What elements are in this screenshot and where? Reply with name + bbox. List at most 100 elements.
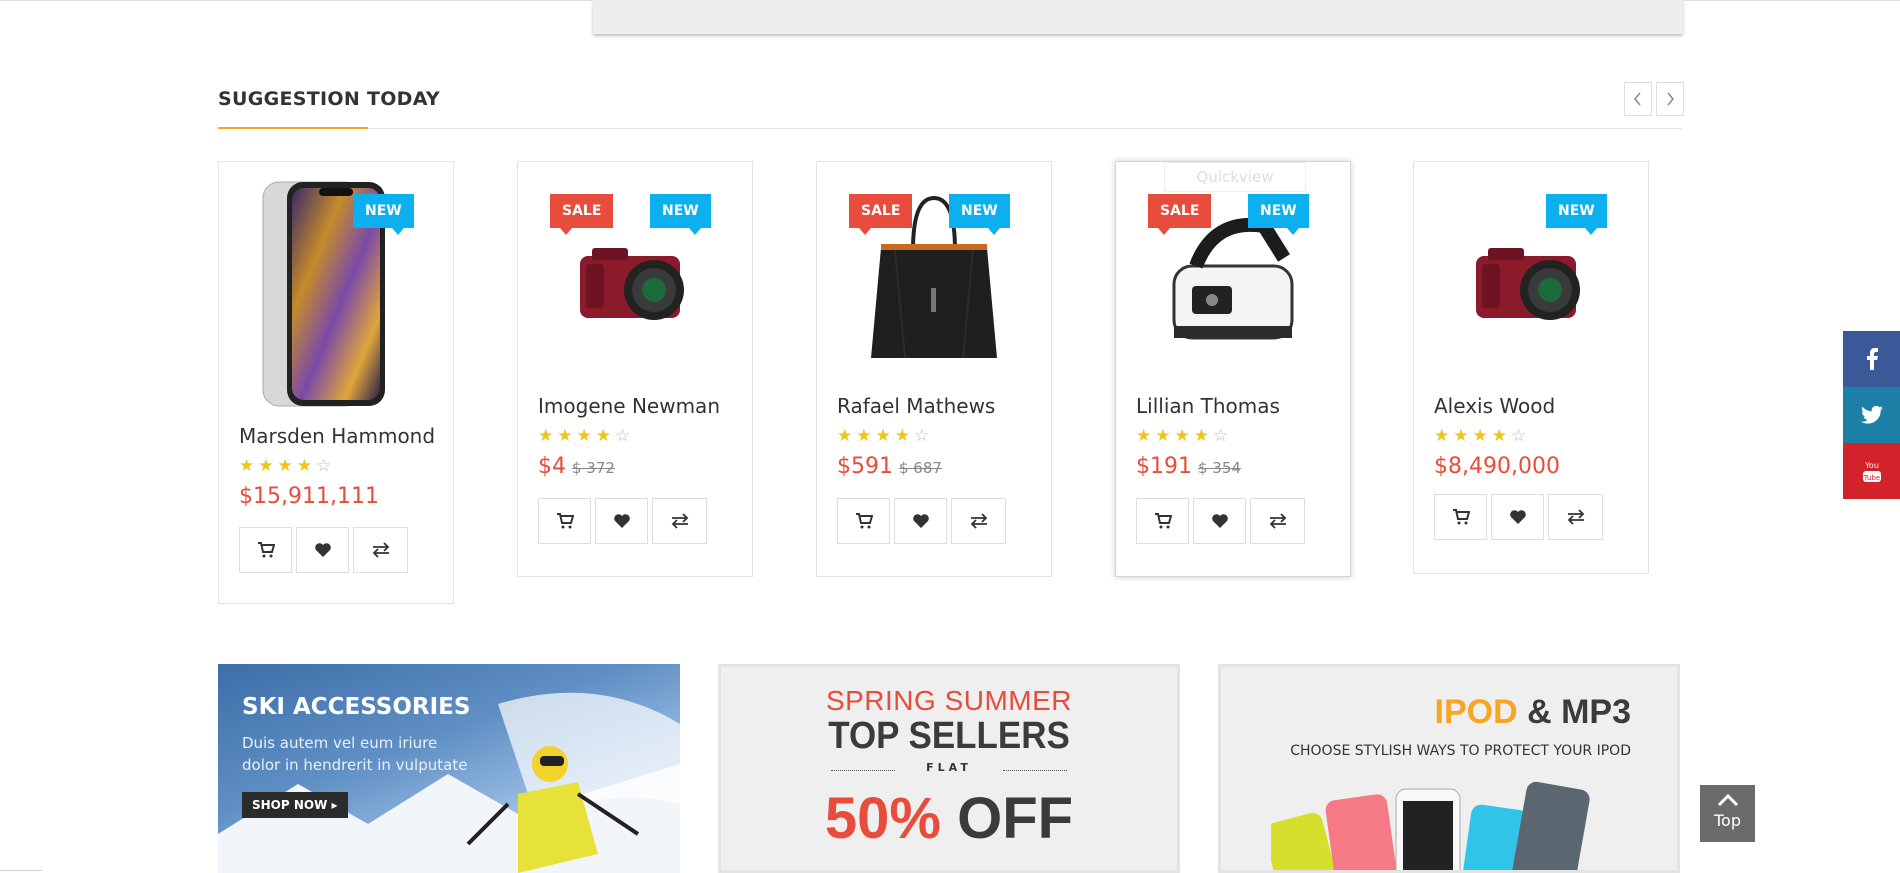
- product-name[interactable]: Alexis Wood: [1434, 394, 1555, 418]
- heart-icon: [314, 543, 331, 557]
- ski-banner-text-line1: Duis autem vel eum iriure: [242, 734, 438, 752]
- star-empty-icon: ☆: [316, 456, 336, 476]
- previous-section-panel: [593, 0, 1683, 34]
- star-filled-icon: ★: [856, 426, 876, 446]
- sale-badge: SALE: [849, 194, 913, 235]
- compare-icon: [1269, 513, 1286, 529]
- old-price: $ 687: [899, 459, 942, 477]
- ipod-banner-title: IPOD & MP3: [1435, 693, 1632, 732]
- wishlist-button[interactable]: [296, 527, 349, 573]
- product-name[interactable]: Imogene Newman: [538, 394, 720, 418]
- star-filled-icon: ★: [1193, 426, 1213, 446]
- chevron-left-icon: [1634, 92, 1641, 106]
- product-card[interactable]: SALE NEW Imogene Newman ★★★★☆ $4 $ 372: [517, 161, 753, 577]
- compare-button[interactable]: [353, 527, 408, 573]
- price: $15,911,111: [239, 484, 379, 509]
- back-to-top-button[interactable]: Top: [1700, 785, 1755, 842]
- product-actions: [538, 498, 707, 544]
- twitter-share-button[interactable]: [1843, 387, 1900, 443]
- ski-banner-title: SKI ACCESSORIES: [242, 694, 471, 720]
- wishlist-button[interactable]: [1491, 494, 1544, 540]
- carousel-next-button[interactable]: [1656, 82, 1684, 116]
- product-name[interactable]: Rafael Mathews: [837, 394, 995, 418]
- star-empty-icon: ☆: [615, 426, 635, 446]
- shop-now-button[interactable]: SHOP NOW ▸: [242, 792, 348, 818]
- compare-button[interactable]: [951, 498, 1006, 544]
- rating-stars: ★★★★☆: [837, 426, 933, 446]
- add-to-cart-button[interactable]: [1136, 498, 1189, 544]
- star-empty-icon: ☆: [914, 426, 934, 446]
- star-filled-icon: ★: [1174, 426, 1194, 446]
- new-badge: NEW: [650, 194, 711, 235]
- product-actions: [1136, 498, 1305, 544]
- rating-stars: ★★★★☆: [1434, 426, 1530, 446]
- ipod-title-rest: & MP3: [1527, 693, 1631, 731]
- star-filled-icon: ★: [1136, 426, 1156, 446]
- cart-icon: [1154, 513, 1172, 529]
- current-price: $191: [1136, 454, 1192, 479]
- sale-badge: SALE: [550, 194, 614, 235]
- add-to-cart-button[interactable]: [837, 498, 890, 544]
- carousel-prev-button[interactable]: [1624, 82, 1652, 116]
- star-filled-icon: ★: [277, 456, 297, 476]
- quickview-button[interactable]: Quickview: [1164, 162, 1306, 192]
- product-card[interactable]: Quickview SALE NEW Lillian Thomas ★★★★☆ …: [1115, 161, 1351, 577]
- compare-icon: [671, 513, 688, 529]
- ski-accessories-banner[interactable]: SKI ACCESSORIES Duis autem vel eum iriur…: [218, 664, 680, 873]
- add-to-cart-button[interactable]: [239, 527, 292, 573]
- svg-text:Tube: Tube: [1862, 474, 1879, 482]
- heart-icon: [912, 514, 929, 528]
- product-card[interactable]: NEW Marsden Hammond ★★★★☆ $15,911,111: [218, 161, 454, 604]
- add-to-cart-button[interactable]: [538, 498, 591, 544]
- product-name[interactable]: Lillian Thomas: [1136, 394, 1280, 418]
- add-to-cart-button[interactable]: [1434, 494, 1487, 540]
- compare-icon: [1567, 509, 1584, 525]
- compare-button[interactable]: [1548, 494, 1603, 540]
- compare-icon: [970, 513, 987, 529]
- chevron-right-icon: [1667, 92, 1674, 106]
- dotted-rule-right: [1003, 770, 1067, 771]
- rating-stars: ★★★★☆: [538, 426, 634, 446]
- price: $591 $ 687: [837, 454, 942, 479]
- star-filled-icon: ★: [1491, 426, 1511, 446]
- cart-icon: [257, 542, 275, 558]
- ipod-devices-illustration: [1271, 781, 1590, 870]
- star-filled-icon: ★: [258, 456, 278, 476]
- spring-banner-flat: FLAT: [926, 761, 972, 774]
- youtube-share-button[interactable]: You Tube: [1843, 443, 1900, 499]
- spring-summer-banner[interactable]: SPRING SUMMER TOP SELLERS FLAT 50% OFF: [718, 664, 1180, 873]
- new-badge: NEW: [949, 194, 1010, 235]
- ipod-banner-subtitle: CHOOSE STYLISH WAYS TO PROTECT YOUR IPOD: [1290, 743, 1631, 759]
- wishlist-button[interactable]: [894, 498, 947, 544]
- chevron-up-icon: [1717, 793, 1738, 807]
- current-price: $8,490,000: [1434, 454, 1560, 479]
- spring-banner-discount: 50% OFF: [721, 785, 1177, 852]
- heart-icon: [1211, 514, 1228, 528]
- star-filled-icon: ★: [875, 426, 895, 446]
- old-price: $ 354: [1198, 459, 1241, 477]
- compare-button[interactable]: [1250, 498, 1305, 544]
- product-name[interactable]: Marsden Hammond: [239, 424, 435, 448]
- star-filled-icon: ★: [239, 456, 259, 476]
- star-filled-icon: ★: [1434, 426, 1454, 446]
- product-card[interactable]: NEW Alexis Wood ★★★★☆ $8,490,000: [1413, 161, 1649, 574]
- star-empty-icon: ☆: [1511, 426, 1531, 446]
- star-filled-icon: ★: [894, 426, 914, 446]
- star-filled-icon: ★: [1472, 426, 1492, 446]
- ipod-mp3-banner[interactable]: IPOD & MP3 CHOOSE STYLISH WAYS TO PROTEC…: [1218, 664, 1680, 873]
- discount-percent: 50%: [824, 786, 941, 851]
- cart-icon: [556, 513, 574, 529]
- current-price: $4: [538, 454, 566, 479]
- compare-button[interactable]: [652, 498, 707, 544]
- product-actions: [239, 527, 408, 573]
- product-card[interactable]: SALE NEW Rafael Mathews ★★★★☆ $591 $ 687: [816, 161, 1052, 577]
- current-price: $591: [837, 454, 893, 479]
- star-filled-icon: ★: [1155, 426, 1175, 446]
- wishlist-button[interactable]: [1193, 498, 1246, 544]
- ski-banner-text-line2: dolor in hendrerit in vulputate: [242, 756, 468, 774]
- facebook-share-button[interactable]: [1843, 331, 1900, 387]
- discount-off: OFF: [957, 786, 1074, 851]
- wishlist-button[interactable]: [595, 498, 648, 544]
- cart-icon: [855, 513, 873, 529]
- youtube-icon: You Tube: [1862, 461, 1881, 482]
